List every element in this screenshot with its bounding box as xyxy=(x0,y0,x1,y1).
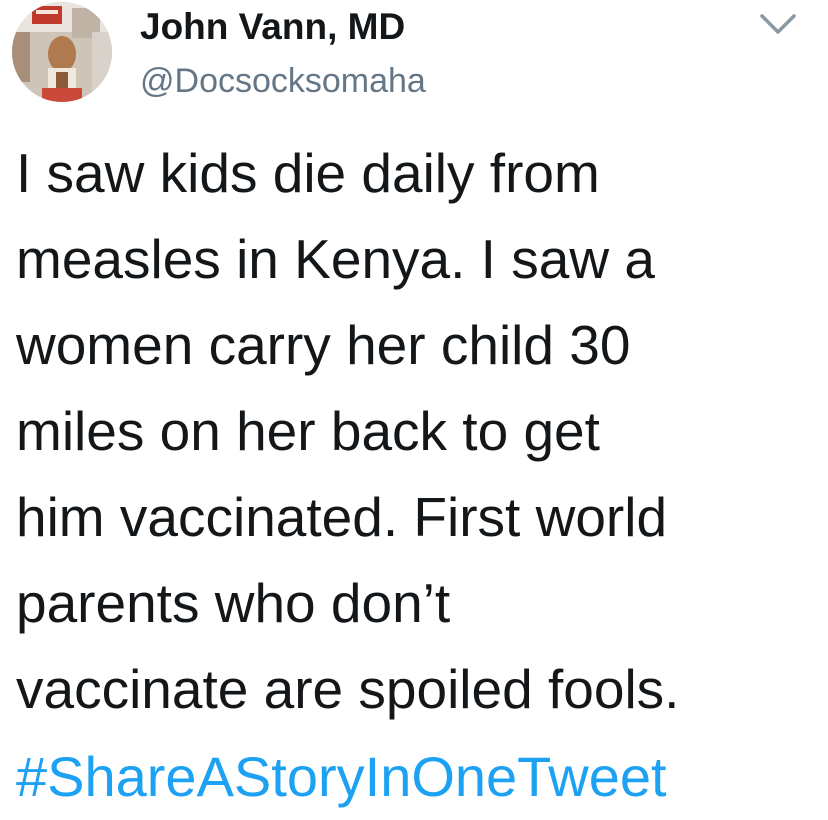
tweet-text-line: miles on her back to get xyxy=(16,400,600,462)
user-handle[interactable]: @Docsocksomaha xyxy=(140,62,426,101)
tweet-text-line: vaccinate are spoiled fools. xyxy=(16,658,680,720)
tweet-text-line: I saw kids die daily from xyxy=(16,142,600,204)
avatar[interactable] xyxy=(12,2,112,102)
tweet-text-line: parents who don’t xyxy=(16,572,451,634)
tweet-text-line: him vaccinated. First world xyxy=(16,486,668,548)
tweet-text: I saw kids die daily from measles in Ken… xyxy=(16,130,821,732)
display-name[interactable]: John Vann, MD xyxy=(140,6,405,48)
tweet-text-line: measles in Kenya. I saw a xyxy=(16,228,655,290)
tweet-card: John Vann, MD @Docsocksomaha I saw kids … xyxy=(0,0,828,820)
hashtag-link[interactable]: #ShareAStoryInOneTweet xyxy=(16,734,667,820)
chevron-down-icon[interactable] xyxy=(754,4,802,44)
tweet-text-line: women carry her child 30 xyxy=(16,314,631,376)
avatar-photo xyxy=(12,2,112,102)
